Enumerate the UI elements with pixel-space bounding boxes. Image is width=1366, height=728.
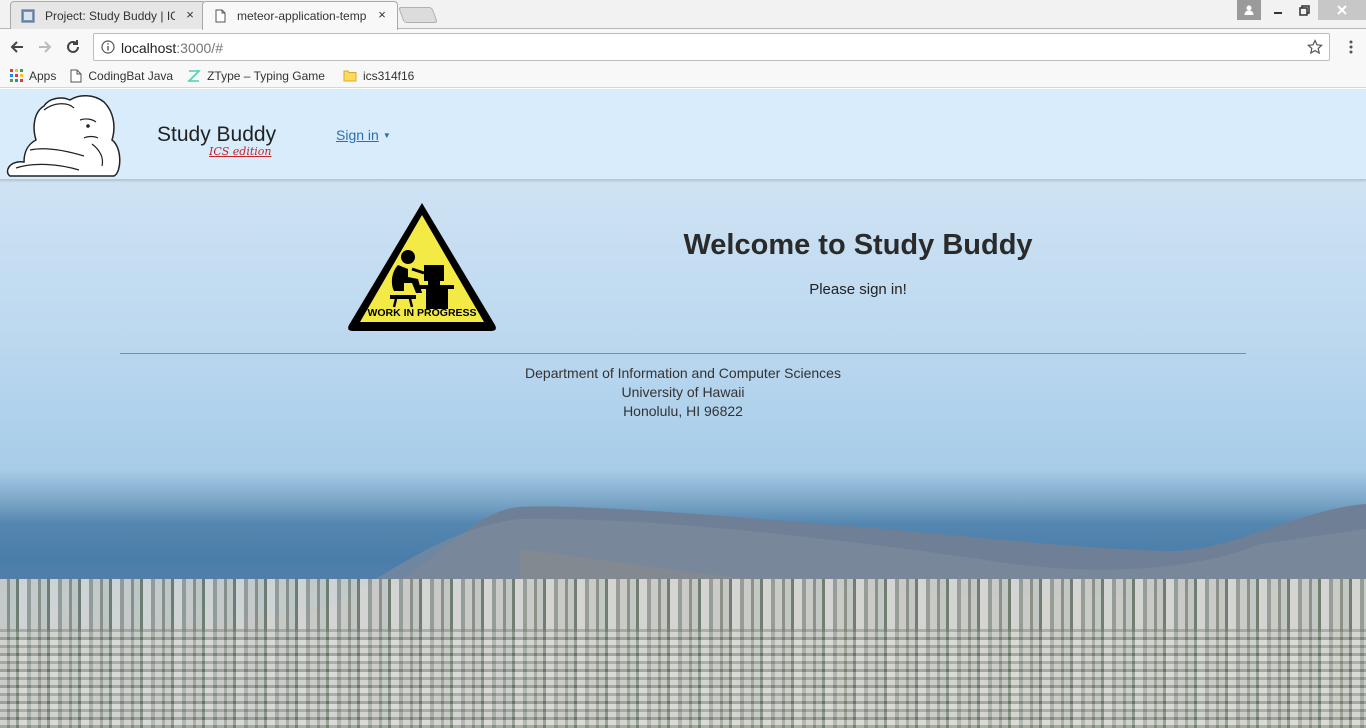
- document-icon: [215, 9, 226, 23]
- tab-close-icon[interactable]: ×: [375, 8, 389, 22]
- ztype-icon: [187, 69, 202, 82]
- new-tab-button[interactable]: [398, 7, 438, 23]
- address-bar[interactable]: localhost:3000/#: [93, 33, 1330, 61]
- footer-department: Department of Information and Computer S…: [525, 365, 841, 381]
- tab-title: meteor-application-temp: [237, 9, 367, 23]
- arrow-left-icon[interactable]: [6, 36, 28, 58]
- work-in-progress-sign: WORK IN PROGRESS: [348, 203, 496, 331]
- browser-toolbar: localhost:3000/#: [0, 29, 1366, 64]
- footer-university: University of Hawaii: [621, 384, 745, 400]
- reload-icon[interactable]: [62, 36, 84, 58]
- welcome-heading: Welcome to Study Buddy: [683, 229, 1033, 261]
- arrow-right-icon[interactable]: [34, 36, 56, 58]
- brand-title[interactable]: Study Buddy: [157, 123, 276, 147]
- sign-in-prompt: Please sign in!: [809, 281, 907, 298]
- kebab-menu-icon[interactable]: [1340, 36, 1362, 58]
- tab-strip: Project: Study Buddy | IC × meteor-appli…: [0, 0, 1366, 30]
- page-icon: [21, 9, 35, 23]
- folder-icon: [343, 70, 357, 82]
- meme-face-logo[interactable]: [4, 92, 122, 177]
- tab-title: Project: Study Buddy | IC: [45, 8, 175, 23]
- bookmark-codingbat[interactable]: CodingBat Java: [70, 69, 173, 83]
- divider: [120, 353, 1246, 354]
- footer: Department of Information and Computer S…: [383, 364, 983, 421]
- footer-address: Honolulu, HI 96822: [623, 403, 743, 419]
- info-icon[interactable]: [101, 40, 115, 54]
- bookmark-apps[interactable]: Apps: [10, 69, 56, 83]
- tab-study-buddy[interactable]: Project: Study Buddy | IC ×: [10, 1, 206, 29]
- tab-close-icon[interactable]: ×: [183, 8, 197, 22]
- document-icon: [70, 69, 82, 82]
- bookmark-label: Apps: [29, 68, 57, 83]
- bookmark-label: ics314f16: [362, 68, 415, 83]
- site-header: Study Buddy ICS edition Sign in ▼: [0, 89, 1366, 180]
- bookmark-label: CodingBat Java: [88, 68, 174, 83]
- page-viewport: Study Buddy ICS edition Sign in ▼ WORK IN…: [0, 89, 1366, 728]
- bookmark-ics314f16[interactable]: ics314f16: [343, 69, 414, 83]
- bookmark-label: ZType – Typing Game: [207, 68, 325, 83]
- restore-icon[interactable]: [1292, 0, 1316, 20]
- close-window-icon[interactable]: [1318, 0, 1366, 20]
- bookmarks-bar: Apps CodingBat Java ZType – Typing Game …: [0, 64, 1366, 88]
- minimize-icon[interactable]: [1266, 0, 1290, 20]
- caret-down-icon: ▼: [382, 131, 391, 140]
- star-icon[interactable]: [1307, 39, 1323, 55]
- sign-text: WORK IN PROGRESS: [367, 307, 476, 319]
- city-texture: [0, 629, 1366, 728]
- brand-subtitle: ICS edition: [209, 145, 272, 158]
- apps-grid-icon: [10, 69, 23, 82]
- bookmark-ztype[interactable]: ZType – Typing Game: [187, 69, 325, 83]
- sign-in-dropdown[interactable]: Sign in ▼: [336, 127, 391, 143]
- address-url: localhost:3000/#: [121, 40, 223, 56]
- tab-meteor-app[interactable]: meteor-application-temp ×: [202, 1, 398, 30]
- sign-in-label: Sign in: [336, 127, 379, 143]
- profile-icon[interactable]: [1237, 0, 1261, 20]
